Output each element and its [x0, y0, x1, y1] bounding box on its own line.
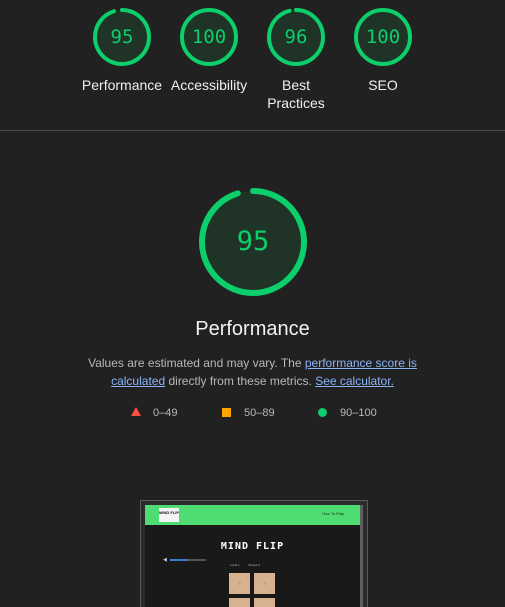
description-text: directly from these metrics. — [165, 374, 316, 388]
screenshot-navbar: MIND FLIP How To Play — [145, 505, 360, 525]
screenshot-stat: Moves 0 — [248, 563, 260, 567]
legend-label: 50–89 — [244, 407, 275, 419]
performance-score: 95 — [236, 226, 270, 257]
description-text: Values are estimated and may vary. The — [88, 356, 305, 370]
screenshot-body: MIND FLIP ◀ Level 1 Moves 0 ? ? ? ? — [145, 525, 360, 607]
gauge-score: 96 — [284, 26, 308, 48]
screenshot-scrollbar — [360, 505, 363, 607]
memory-card: ? — [229, 573, 250, 594]
section-divider — [0, 130, 505, 131]
screenshot-stat: Level 1 — [230, 563, 240, 567]
screenshot-nav-link: How To Play — [321, 511, 344, 516]
triangle-icon — [131, 407, 141, 416]
screenshot-stats: Level 1 Moves 0 — [230, 563, 268, 567]
legend-fail: 0–49 — [131, 406, 177, 420]
volume-slider — [170, 559, 206, 561]
memory-card: ? — [254, 573, 275, 594]
performance-heading: Performance — [195, 318, 310, 340]
gauge-best-practices[interactable]: 96 — [267, 8, 325, 66]
gauge-score: 100 — [365, 26, 401, 48]
speaker-icon: ◀ — [163, 557, 167, 563]
gauge-performance[interactable]: 95 — [93, 8, 151, 66]
legend-label: 0–49 — [153, 407, 178, 419]
gauge-score: 95 — [110, 26, 134, 48]
legend-average: 50–89 — [222, 406, 275, 420]
performance-gauge-large: 95 — [198, 187, 308, 297]
gauge-label-best-practices: Best Practices — [267, 77, 325, 111]
square-icon — [222, 408, 231, 417]
screenshot-logo: MIND FLIP — [159, 508, 179, 522]
circle-icon — [318, 408, 327, 417]
gauge-label-seo: SEO — [368, 77, 398, 93]
score-description: Values are estimated and may vary. The p… — [60, 354, 445, 390]
screenshot-title: MIND FLIP — [220, 541, 285, 552]
gauge-seo[interactable]: 100 — [354, 8, 412, 66]
gauge-label-performance: Performance — [81, 77, 163, 93]
see-calculator-link[interactable]: See calculator. — [315, 374, 394, 388]
legend-pass: 90–100 — [318, 406, 377, 420]
gauge-label-accessibility: Accessibility — [170, 77, 248, 93]
legend-label: 90–100 — [340, 407, 377, 419]
gauge-score: 100 — [191, 26, 227, 48]
gauge-accessibility[interactable]: 100 — [180, 8, 238, 66]
page-screenshot[interactable]: MIND FLIP How To Play MIND FLIP ◀ Level … — [140, 500, 368, 607]
volume-slider-fill — [170, 559, 188, 561]
